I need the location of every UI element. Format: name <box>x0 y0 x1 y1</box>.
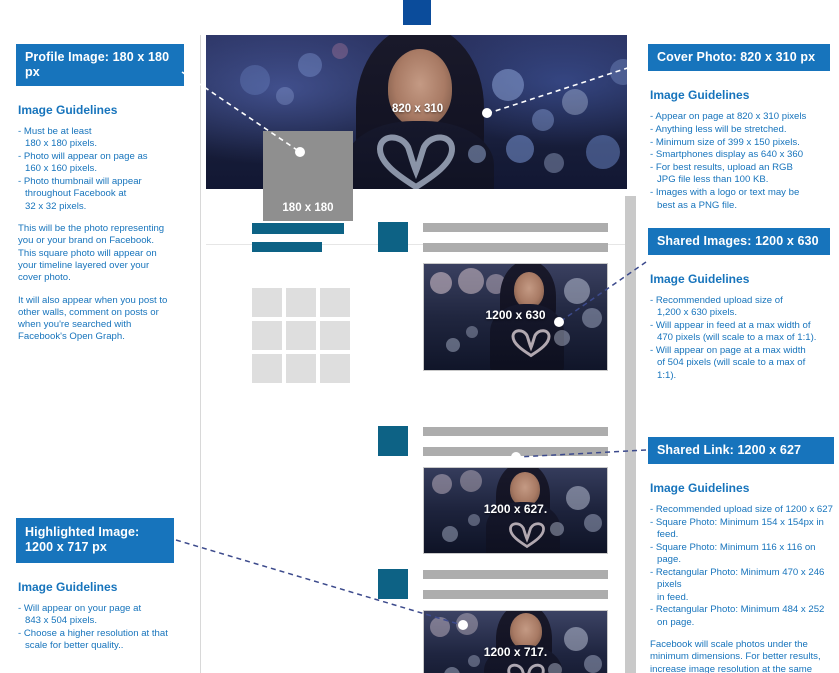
bullet-item: - Square Photo: Minimum 116 x 116 on pag… <box>650 541 816 566</box>
post-text-line <box>423 243 608 252</box>
post-avatar-3 <box>378 569 408 599</box>
post-text-line <box>423 447 608 456</box>
bullet-item: - Square Photo: Minimum 154 x 154px in f… <box>650 516 824 541</box>
bullet-item: - Rectangular Photo: Minimum 484 x 252 o… <box>650 604 825 628</box>
bullet-item: - Images with a logo or text may be best… <box>650 187 800 211</box>
panel-shared-images: Shared Images: 1200 x 630 Image Guidelin… <box>648 228 830 383</box>
post-text-line <box>423 223 608 232</box>
bullet-item: - Photo will appear on page as 160 x 160… <box>18 151 148 175</box>
photo-tile <box>252 321 282 350</box>
bullet-item: - Will appear on page at a max width of … <box>650 345 806 381</box>
infographic-canvas: 820 x 310 180 x 180 1200 x 630 1200 x 62… <box>0 0 839 673</box>
panel-shared-link-guidelines-title: Image Guidelines <box>650 481 750 495</box>
bullet-item: - Choose a higher resolution at that sca… <box>18 628 168 652</box>
facebook-page-mockup: 820 x 310 180 x 180 1200 x 630 1200 x 62… <box>200 35 638 673</box>
profile-image-dimension-label: 180 x 180 <box>282 202 334 214</box>
photo-tile <box>286 288 316 317</box>
panel-cover-photo-guidelines-title: Image Guidelines <box>650 88 750 102</box>
highlighted-image-dimension-label: 1200 x 717. <box>483 645 548 659</box>
panel-cover-photo: Cover Photo: 820 x 310 px Image Guidelin… <box>648 44 830 212</box>
shared-image-post: 1200 x 630 <box>423 263 608 371</box>
nav-bar-teal-1 <box>252 223 344 234</box>
panel-cover-photo-bullets: - Appear on page at 820 x 310 pixels - A… <box>650 111 830 212</box>
photo-tile <box>320 321 350 350</box>
panel-shared-images-bullets: - Recommended upload size of 1,200 x 630… <box>650 295 830 382</box>
post-text-line <box>423 570 608 579</box>
bullet-item: - Minimum size of 399 x 150 pixels. <box>650 136 800 148</box>
post-text-line <box>423 427 608 436</box>
bullet-item: - Will appear in feed at a max width of … <box>650 320 817 344</box>
bullet-item: - Recommended upload size of 1200 x 627 <box>650 504 833 515</box>
bullet-item: - Anything less will be stretched. <box>650 123 787 135</box>
bullet-item: - Will appear on your page at 843 x 504 … <box>18 603 142 627</box>
photo-tile <box>252 288 282 317</box>
highlighted-image-post: 1200 x 717. <box>423 610 608 673</box>
header-line-1: Highlighted Image: <box>25 525 140 539</box>
panel-profile-image-guidelines-title: Image Guidelines <box>18 103 118 117</box>
photo-tile <box>286 321 316 350</box>
bullet-item: - Rectangular Photo: Minimum 470 x 246 p… <box>650 566 825 603</box>
panel-paragraph: This will be the photo representing you … <box>18 223 165 284</box>
header-line-2: 1200 x 717 px <box>25 540 107 554</box>
panel-highlighted-image-guidelines-title: Image Guidelines <box>18 580 118 594</box>
bullet-item: - Photo thumbnail will appear throughout… <box>18 176 142 212</box>
panel-highlighted-image-bullets: - Will appear on your page at 843 x 504 … <box>18 603 174 653</box>
cover-photo-dimension-label: 820 x 310 <box>392 103 444 115</box>
panel-profile-image: Profile Image: 180 x 180 px Image Guidel… <box>16 44 184 344</box>
post-avatar-1 <box>378 222 408 252</box>
panel-paragraph: Facebook will scale photos under the min… <box>650 638 821 673</box>
panel-profile-image-header: Profile Image: 180 x 180 px <box>16 44 184 86</box>
bullet-item: - Appear on page at 820 x 310 pixels <box>650 111 807 122</box>
photo-tile <box>286 354 316 383</box>
photo-tile <box>320 288 350 317</box>
post-text-line <box>423 590 608 599</box>
photo-tile <box>320 354 350 383</box>
shared-link-post: 1200 x 627. <box>423 467 608 554</box>
panel-shared-images-header: Shared Images: 1200 x 630 <box>648 228 830 255</box>
bullet-item: - Smartphones display as 640 x 360 <box>650 149 804 161</box>
bullet-item: - Recommended upload size of 1,200 x 630… <box>650 295 783 319</box>
nav-bar-teal-2 <box>252 242 322 252</box>
post-avatar-2 <box>378 426 408 456</box>
page-scrollbar[interactable] <box>625 196 636 673</box>
panel-shared-link: Shared Link: 1200 x 627 Image Guidelines… <box>648 437 834 673</box>
shared-link-dimension-label: 1200 x 627. <box>483 502 548 516</box>
photo-tile <box>252 354 282 383</box>
panel-shared-images-guidelines-title: Image Guidelines <box>650 272 750 286</box>
panel-shared-link-header: Shared Link: 1200 x 627 <box>648 437 834 464</box>
shared-image-dimension-label: 1200 x 630 <box>485 308 546 322</box>
panel-highlighted-image: Highlighted Image: 1200 x 717 px Image G… <box>16 518 174 653</box>
bullet-item: - Must be at least 180 x 180 pixels. <box>18 126 97 150</box>
panel-cover-photo-header: Cover Photo: 820 x 310 px <box>648 44 830 71</box>
bullet-item: - For best results, upload an RGB JPG fi… <box>650 162 793 186</box>
panel-paragraph: It will also appear when you post to oth… <box>18 294 168 343</box>
panel-shared-link-bullets: - Recommended upload size of 1200 x 627 … <box>650 504 834 629</box>
profile-image-placeholder: 180 x 180 <box>263 131 353 221</box>
panel-highlighted-image-header: Highlighted Image: 1200 x 717 px <box>16 518 174 563</box>
top-blue-marker <box>403 0 431 25</box>
panel-profile-image-bullets: - Must be at least 180 x 180 pixels. - P… <box>18 126 184 213</box>
